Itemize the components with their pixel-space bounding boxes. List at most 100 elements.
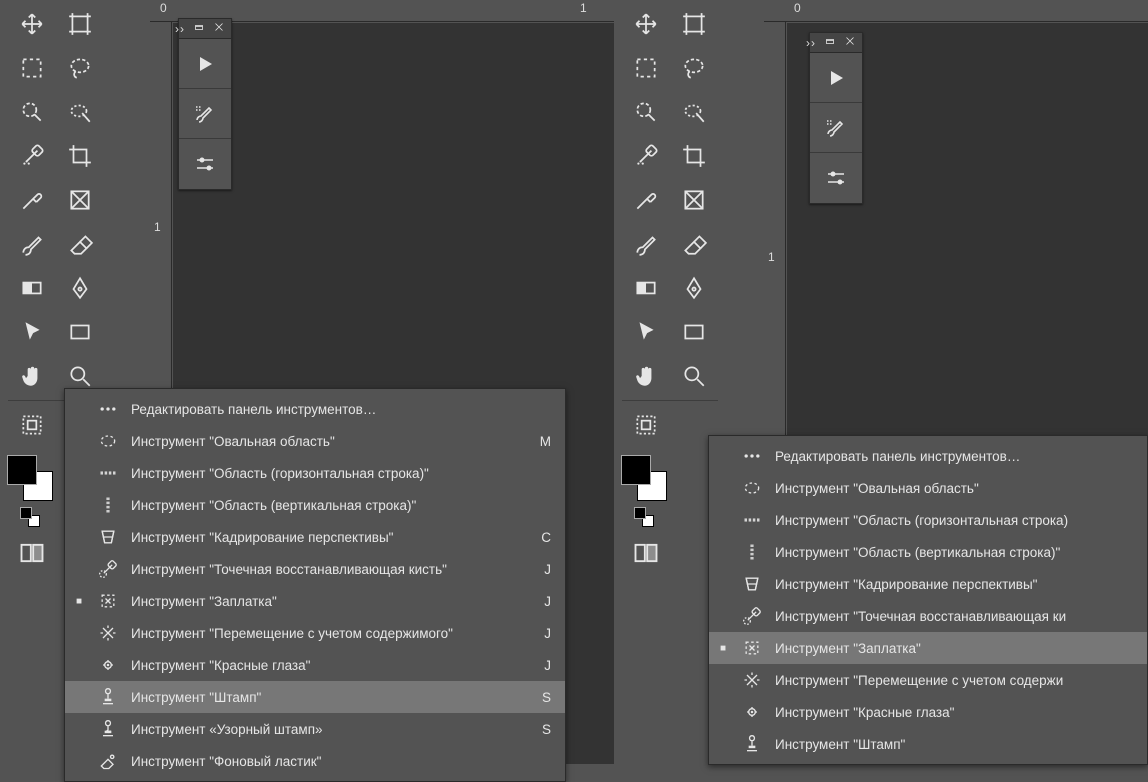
ctx-item-content-move[interactable]: Инструмент "Перемещение с учетом содержи… (65, 617, 565, 649)
ctx-item-spot-heal[interactable]: Инструмент "Точечная восстанавливающая к… (709, 600, 1147, 632)
ctx-item-col-dashed[interactable]: Инструмент "Область (вертикальная строка… (709, 536, 1147, 568)
ctx-label: Инструмент «Узорный штамп» (131, 722, 507, 737)
ctx-shortcut: M (537, 434, 551, 449)
tool-marquee[interactable] (622, 46, 670, 90)
tool-eraser[interactable] (56, 222, 104, 266)
action-brush-preset[interactable] (179, 89, 231, 139)
ruler-tick: 1 (154, 220, 161, 234)
persp-crop-icon (739, 574, 765, 594)
tool-pen[interactable] (670, 266, 718, 310)
ctx-item-spot-heal[interactable]: Инструмент "Точечная восстанавливающая к… (65, 553, 565, 585)
tiny-swatches[interactable] (632, 507, 660, 527)
pattern-stamp-icon (95, 719, 121, 739)
ctx-item-content-move[interactable]: Инструмент "Перемещение с учетом содержи (709, 664, 1147, 696)
tool-lasso[interactable] (670, 46, 718, 90)
foreground-color-swatch[interactable] (621, 455, 651, 485)
ctx-item-red-eye[interactable]: Инструмент "Красные глаза"J (65, 649, 565, 681)
ctx-shortcut: J (537, 626, 551, 641)
tool-pointer[interactable] (8, 310, 56, 354)
collapse-icon[interactable]: ›› (806, 36, 816, 50)
minimize-icon[interactable] (824, 35, 836, 50)
close-icon[interactable] (213, 21, 225, 36)
tool-quickselect[interactable] (8, 90, 56, 134)
tool-crop[interactable] (670, 134, 718, 178)
ctx-item-row-dashed[interactable]: Инструмент "Область (горизонтальная стро… (65, 457, 565, 489)
collapse-icon[interactable]: ›› (175, 22, 185, 36)
tool-brush[interactable] (622, 222, 670, 266)
tool-move[interactable] (8, 2, 56, 46)
close-icon[interactable] (844, 35, 856, 50)
ctx-item-row-dashed[interactable]: Инструмент "Область (горизонтальная стро… (709, 504, 1147, 536)
ctx-item-patch[interactable]: ■Инструмент "Заплатка"J (65, 585, 565, 617)
actions-panel-header[interactable]: ›› (179, 19, 231, 39)
ctx-item-ellipse-dashed[interactable]: Инструмент "Овальная область"M (65, 425, 565, 457)
tool-healing[interactable] (622, 134, 670, 178)
ctx-item-persp-crop[interactable]: Инструмент "Кадрирование перспективы" C (65, 521, 565, 553)
ctx-item-col-dashed[interactable]: Инструмент "Область (вертикальная строка… (65, 489, 565, 521)
tool-marquee[interactable] (8, 46, 56, 90)
ctx-item-stamp[interactable]: Инструмент "Штамп"S (65, 681, 565, 713)
ctx-label: Инструмент "Перемещение с учетом содержи… (131, 626, 507, 641)
ctx-label: Инструмент "Заплатка" (775, 641, 1089, 656)
tool-eyedropper[interactable] (8, 178, 56, 222)
actions-panel-header[interactable]: ›› (810, 33, 862, 53)
ctx-item-bg-eraser[interactable]: Инструмент "Фоновый ластик" (65, 745, 565, 777)
tiny-swatches[interactable] (18, 507, 46, 527)
ctx-item-red-eye[interactable]: Инструмент "Красные глаза" (709, 696, 1147, 728)
action-sliders[interactable] (810, 153, 862, 203)
quick-mask-toggle[interactable] (10, 535, 54, 571)
tool-crop[interactable] (56, 134, 104, 178)
tool-rectangle[interactable] (56, 310, 104, 354)
tool-brush[interactable] (8, 222, 56, 266)
tool-extra[interactable] (8, 403, 56, 447)
row-dashed-icon (739, 510, 765, 530)
minimize-icon[interactable] (193, 21, 205, 36)
quick-mask-toggle[interactable] (624, 535, 668, 571)
tool-frame[interactable] (56, 178, 104, 222)
tool-pointer[interactable] (622, 310, 670, 354)
ctx-shortcut: C (537, 530, 551, 545)
tool-healing[interactable] (8, 134, 56, 178)
ctx-item-patch[interactable]: ■Инструмент "Заплатка" (709, 632, 1147, 664)
tool-hand[interactable] (622, 354, 670, 398)
ctx-shortcut: S (537, 690, 551, 705)
color-swatches[interactable] (7, 455, 57, 505)
tool-artboard[interactable] (56, 2, 104, 46)
ctx-item-ellipse-dashed[interactable]: Инструмент "Овальная область" (709, 472, 1147, 504)
ctx-item-dots[interactable]: Редактировать панель инструментов… (65, 393, 565, 425)
ctx-item-persp-crop[interactable]: Инструмент "Кадрирование перспективы" (709, 568, 1147, 600)
tool-extra[interactable] (622, 403, 670, 447)
foreground-color-swatch[interactable] (7, 455, 37, 485)
tool-gradient[interactable] (622, 266, 670, 310)
tool-magicselect[interactable] (56, 90, 104, 134)
ctx-shortcut: J (537, 594, 551, 609)
red-eye-icon (739, 702, 765, 722)
tool-gradient[interactable] (8, 266, 56, 310)
action-brush-preset[interactable] (810, 103, 862, 153)
ctx-item-dots[interactable]: Редактировать панель инструментов… (709, 440, 1147, 472)
tool-eyedropper[interactable] (622, 178, 670, 222)
tool-artboard[interactable] (670, 2, 718, 46)
tool-quickselect[interactable] (622, 90, 670, 134)
action-play[interactable] (179, 39, 231, 89)
ctx-item-pattern-stamp[interactable]: Инструмент «Узорный штамп»S (65, 713, 565, 745)
action-play[interactable] (810, 53, 862, 103)
tool-magicselect[interactable] (670, 90, 718, 134)
ctx-label: Инструмент "Овальная область" (775, 481, 1089, 496)
tool-eraser[interactable] (670, 222, 718, 266)
tool-lasso[interactable] (56, 46, 104, 90)
ellipse-dashed-icon (739, 478, 765, 498)
ctx-label: Инструмент "Кадрирование перспективы" (131, 530, 507, 545)
ruler-tick: 0 (160, 1, 167, 15)
tool-pen[interactable] (56, 266, 104, 310)
ctx-shortcut: J (537, 562, 551, 577)
tool-frame[interactable] (670, 178, 718, 222)
tool-rectangle[interactable] (670, 310, 718, 354)
ctx-item-stamp[interactable]: Инструмент "Штамп" (709, 728, 1147, 760)
tool-zoom[interactable] (670, 354, 718, 398)
action-sliders[interactable] (179, 139, 231, 189)
spot-heal-icon (739, 606, 765, 626)
color-swatches[interactable] (621, 455, 671, 505)
tool-move[interactable] (622, 2, 670, 46)
tool-hand[interactable] (8, 354, 56, 398)
